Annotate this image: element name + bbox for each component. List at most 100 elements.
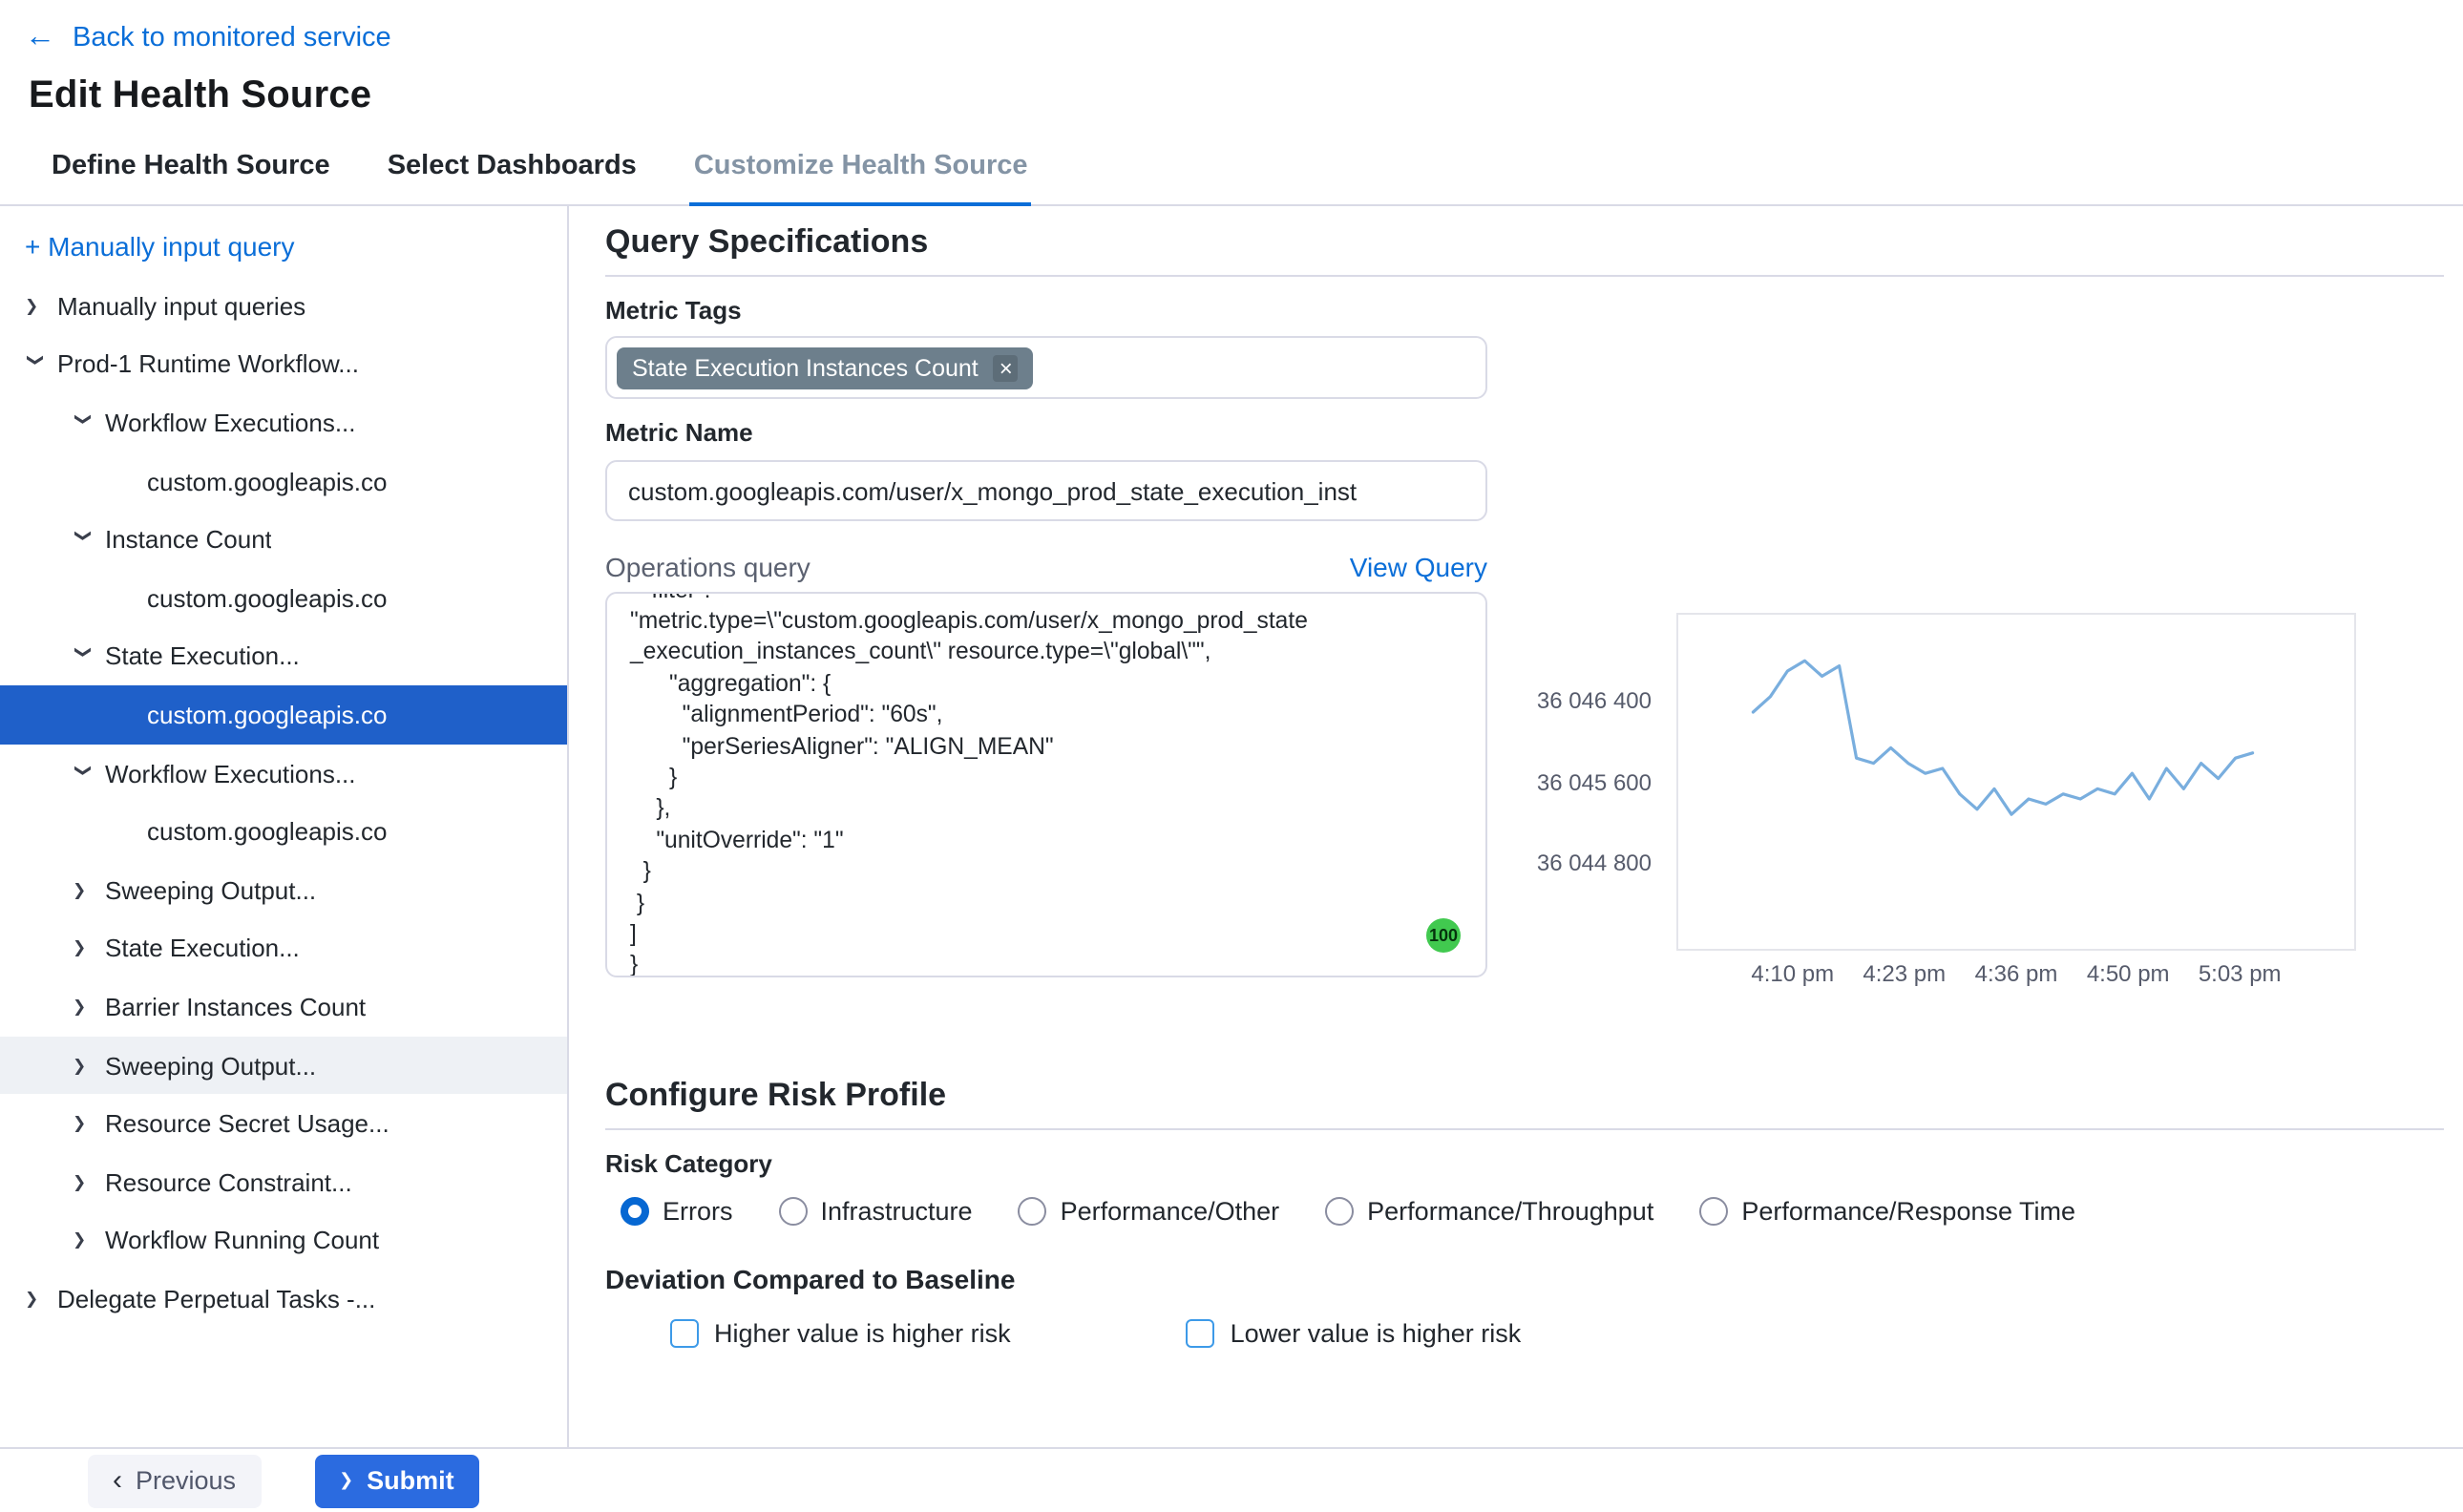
- tree-item[interactable]: ❯Resource Constraint...: [0, 1153, 567, 1211]
- records-count-badge: 100: [1426, 918, 1461, 953]
- checkbox-icon[interactable]: [1187, 1318, 1215, 1347]
- radio-icon[interactable]: [1699, 1196, 1728, 1225]
- tree-item-label: Resource Secret Usage...: [105, 1109, 389, 1138]
- tree-item-label: Delegate Perpetual Tasks -...: [57, 1285, 375, 1313]
- tree-item-label: Workflow Executions...: [105, 759, 356, 788]
- chevron-down-icon[interactable]: ❯: [25, 354, 46, 375]
- chevron-down-icon[interactable]: ❯: [73, 646, 94, 667]
- chevron-down-icon[interactable]: ❯: [73, 763, 94, 784]
- tree-item[interactable]: ❯ Resource Secret Usage...: [0, 1095, 567, 1153]
- radio-icon[interactable]: [1019, 1196, 1047, 1225]
- tree-item[interactable]: ❯ Prod-1 Runtime Workflow...: [0, 335, 567, 393]
- tree-item[interactable]: ❯ Sweeping Output...: [0, 1036, 567, 1094]
- tree-item[interactable]: ❯State Execution...: [0, 919, 567, 977]
- back-arrow-icon[interactable]: ←: [25, 23, 55, 53]
- tree-item[interactable]: ❯ Delegate Perpetual Tasks -...: [0, 1270, 567, 1328]
- tab-customize-health-source[interactable]: Customize Health Source: [690, 143, 1032, 204]
- tree-item[interactable]: custom.googleapis.co: [0, 685, 567, 744]
- tree-item-label: custom.googleapis.co: [147, 584, 388, 613]
- deviation-option[interactable]: Lower value is higher risk: [1187, 1318, 1522, 1347]
- deviation-option-label: Higher value is higher risk: [714, 1318, 1011, 1347]
- tree-item[interactable]: custom.googleapis.co: [0, 452, 567, 511]
- tree-item-label: Barrier Instances Count: [105, 993, 366, 1021]
- tree-item[interactable]: ❯ Workflow Running Count: [0, 1211, 567, 1270]
- chevron-right-icon[interactable]: ❯: [73, 1055, 94, 1076]
- chevron-right-icon: ❯: [339, 1472, 353, 1489]
- tree-item[interactable]: ❯ Instance Count: [0, 511, 567, 569]
- section-title-query-specifications: Query Specifications: [605, 221, 2444, 263]
- tree-item-label: Manually input queries: [57, 292, 305, 321]
- chart-x-labels: 4:10 pm4:23 pm4:36 pm4:50 pm5:03 pm: [1676, 960, 2356, 987]
- tree-item[interactable]: ❯ Manually input queries: [0, 277, 567, 335]
- back-to-monitored-service-link[interactable]: Back to monitored service: [73, 23, 391, 53]
- tree-item[interactable]: ❯State Execution...: [0, 627, 567, 685]
- tree-item-label: Prod-1 Runtime Workflow...: [57, 350, 359, 379]
- page-header: ← Back to monitored service Edit Health …: [0, 0, 2463, 118]
- metric-tags-input[interactable]: State Execution Instances Count ×: [605, 336, 1487, 399]
- submit-button[interactable]: ❯ Submit: [314, 1454, 479, 1507]
- tree-item-label: custom.googleapis.co: [147, 467, 388, 495]
- tree-item[interactable]: custom.googleapis.co: [0, 803, 567, 861]
- tab-bar: Define Health Source Select Dashboards Cus…: [0, 143, 2463, 206]
- chart-svg: [1678, 615, 2358, 953]
- operations-query-text: "filter": "metric.type=\"custom.googleap…: [630, 592, 1463, 977]
- chevron-right-icon[interactable]: ❯: [73, 879, 94, 900]
- risk-category-option[interactable]: Infrastructure: [779, 1196, 973, 1225]
- checkbox-icon[interactable]: [670, 1318, 699, 1347]
- submit-button-label: Submit: [367, 1466, 454, 1495]
- y-axis-tick-label: 36 046 400: [1491, 686, 1652, 713]
- chevron-right-icon[interactable]: ❯: [25, 296, 46, 317]
- view-query-link[interactable]: View Query: [1350, 551, 1487, 581]
- chevron-right-icon[interactable]: ❯: [73, 997, 94, 1018]
- tree-item[interactable]: ❯Sweeping Output...: [0, 861, 567, 919]
- chart-plot-area: [1676, 613, 2356, 951]
- tab-select-dashboards[interactable]: Select Dashboards: [384, 143, 641, 204]
- radio-icon[interactable]: [779, 1196, 808, 1225]
- deviation-label: Deviation Compared to Baseline: [605, 1266, 2444, 1294]
- chevron-right-icon[interactable]: ❯: [73, 1113, 94, 1134]
- metric-name-label: Metric Name: [605, 418, 2444, 447]
- risk-category-option[interactable]: Performance/Other: [1019, 1196, 1280, 1225]
- footer-bar: ‹ Previous ❯ Submit: [0, 1447, 2463, 1512]
- risk-category-radios: Errors Infrastructure Performance/Other Per…: [605, 1195, 2444, 1226]
- tree-item[interactable]: ❯ Workflow Executions...: [0, 745, 567, 803]
- tab-define-health-source[interactable]: Define Health Source: [48, 143, 334, 204]
- page-title: Edit Health Source: [29, 74, 2463, 118]
- tree-item-label: Instance Count: [105, 525, 272, 554]
- risk-category-option[interactable]: Performance/Throughput: [1325, 1196, 1653, 1225]
- tree-item-label: custom.googleapis.co: [147, 701, 388, 729]
- operations-query-box[interactable]: "filter": "metric.type=\"custom.googleap…: [605, 592, 1487, 977]
- chip-remove-icon[interactable]: ×: [994, 354, 1019, 381]
- metric-tags-label: Metric Tags: [605, 296, 2444, 325]
- deviation-option-label: Lower value is higher risk: [1231, 1318, 1522, 1347]
- tree-item-label: Sweeping Output...: [105, 1051, 316, 1080]
- previous-button[interactable]: ‹ Previous: [88, 1454, 261, 1507]
- x-axis-tick-label: 5:03 pm: [2182, 960, 2297, 987]
- deviation-option[interactable]: Higher value is higher risk: [670, 1318, 1011, 1347]
- x-axis-tick-label: 4:36 pm: [1959, 960, 2074, 987]
- tree-item[interactable]: ❯Workflow Executions...: [0, 393, 567, 452]
- radio-icon[interactable]: [1325, 1196, 1354, 1225]
- chevron-right-icon[interactable]: ❯: [73, 1230, 94, 1251]
- tree-item-label: Workflow Running Count: [105, 1227, 379, 1255]
- chart-line: [1753, 661, 2252, 814]
- chevron-right-icon[interactable]: ❯: [73, 938, 94, 959]
- metric-tag-chip-label: State Execution Instances Count: [632, 354, 979, 381]
- x-axis-tick-label: 4:10 pm: [1736, 960, 1850, 987]
- section-title-configure-risk-profile: Configure Risk Profile: [605, 1075, 2444, 1117]
- chevron-right-icon[interactable]: ❯: [73, 1171, 94, 1192]
- metric-name-input[interactable]: [605, 460, 1487, 521]
- edit-health-source-page: ← Back to monitored service Edit Health …: [0, 0, 2463, 1512]
- add-manual-query-link[interactable]: + Manually input query: [0, 221, 567, 267]
- risk-category-option[interactable]: Errors: [621, 1196, 733, 1225]
- tree-item[interactable]: ❯ Barrier Instances Count: [0, 977, 567, 1036]
- tree-item-label: custom.googleapis.co: [147, 817, 388, 846]
- chevron-right-icon[interactable]: ❯: [25, 1289, 46, 1310]
- radio-selected-icon[interactable]: [621, 1196, 649, 1225]
- chevron-down-icon[interactable]: ❯: [73, 529, 94, 550]
- chevron-down-icon[interactable]: ❯: [73, 412, 94, 433]
- tree-item[interactable]: custom.googleapis.co: [0, 569, 567, 627]
- risk-category-option[interactable]: Performance/Response Time: [1699, 1196, 2075, 1225]
- y-axis-tick-label: 36 044 800: [1491, 850, 1652, 877]
- query-sidebar: + Manually input query ❯ Manually input q…: [0, 206, 569, 1447]
